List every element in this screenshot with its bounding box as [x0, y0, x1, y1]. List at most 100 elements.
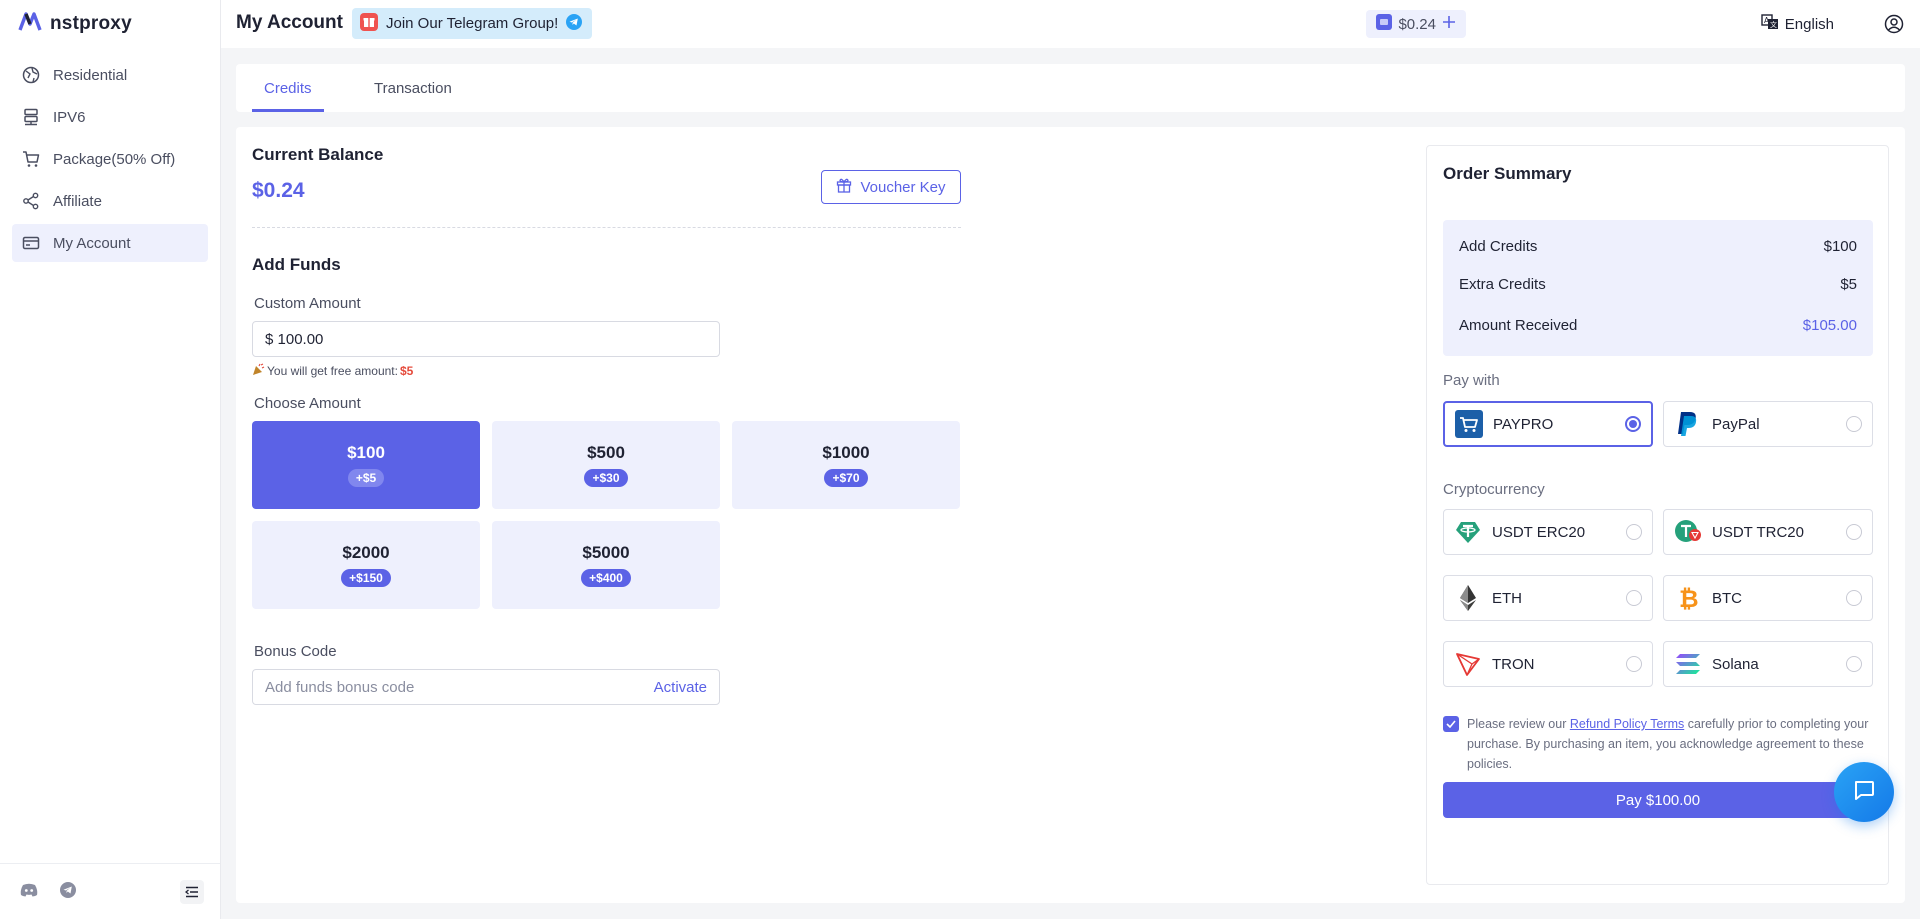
crypto-option-radio[interactable] — [1846, 656, 1862, 672]
telegram-icon — [566, 13, 583, 34]
amount-value: $2000 — [342, 543, 390, 562]
party-popper-icon — [252, 363, 265, 379]
summary-box: Add Credits $100 Extra Credits $5 Amount… — [1443, 220, 1873, 356]
globe-icon — [21, 65, 41, 85]
sidebar-item-affiliate[interactable]: Affiliate — [12, 182, 208, 220]
current-balance-value: $0.24 — [252, 179, 305, 202]
amount-bonus-badge: +$70 — [824, 469, 868, 487]
header-balance-value: $0.24 — [1398, 15, 1436, 33]
telegram-banner[interactable]: Join Our Telegram Group! — [352, 8, 593, 39]
amount-value: $5000 — [582, 543, 630, 562]
amount-option-5000[interactable]: $5000 +$400 — [492, 521, 720, 609]
amount-value: $1000 — [822, 443, 870, 462]
custom-amount-input[interactable] — [252, 321, 720, 357]
crypto-option-btc[interactable]: ₿ BTC — [1663, 575, 1873, 621]
cryptocurrency-label: Cryptocurrency — [1443, 481, 1545, 498]
crypto-option-radio[interactable] — [1846, 524, 1862, 540]
free-amount-hint: You will get free amount: $5 — [252, 363, 413, 379]
order-summary-title: Order Summary — [1443, 164, 1572, 183]
page-title: My Account — [236, 12, 343, 33]
tab-transaction[interactable]: Transaction — [374, 64, 452, 112]
sidebar-item-label: Residential — [53, 66, 128, 84]
tab-credits[interactable]: Credits — [252, 64, 323, 112]
pay-option-paypro[interactable]: PAYPRO — [1443, 401, 1653, 447]
summary-row: Extra Credits $5 — [1459, 276, 1857, 293]
crypto-option-label: ETH — [1492, 589, 1522, 607]
refund-policy-agreement: Please review our Refund Policy Terms ca… — [1443, 714, 1873, 774]
summary-row-value: $100 — [1823, 238, 1857, 255]
language-selector[interactable]: A文 English — [1761, 13, 1834, 35]
crypto-option-label: USDT TRC20 — [1712, 523, 1804, 541]
cart-icon — [21, 149, 41, 169]
add-funds-title: Add Funds — [252, 255, 341, 274]
crypto-option-usdt-erc20[interactable]: USDT ERC20 — [1443, 509, 1653, 555]
user-avatar-icon[interactable] — [1884, 14, 1904, 38]
amount-value: $500 — [587, 443, 625, 462]
crypto-option-radio[interactable] — [1626, 590, 1642, 606]
pay-option-radio[interactable] — [1846, 416, 1862, 432]
tabs-bar: Credits Transaction — [236, 64, 1905, 112]
activate-button[interactable]: Activate — [654, 679, 707, 696]
voucher-key-button[interactable]: Voucher Key — [821, 170, 961, 204]
crypto-option-radio[interactable] — [1626, 656, 1642, 672]
pay-option-radio[interactable] — [1625, 416, 1641, 432]
chat-bubble-icon — [1853, 779, 1875, 805]
sidebar-item-my-account[interactable]: My Account — [12, 224, 208, 262]
gift-icon — [360, 12, 378, 35]
nstproxy-logo-icon — [18, 12, 42, 36]
crypto-option-eth[interactable]: ETH — [1443, 575, 1653, 621]
telegram-banner-text: Join Our Telegram Group! — [386, 15, 559, 32]
agree-checkbox[interactable] — [1443, 716, 1459, 732]
amount-value: $100 — [347, 443, 385, 462]
amount-option-1000[interactable]: $1000 +$70 — [732, 421, 960, 509]
sidebar-item-package[interactable]: Package(50% Off) — [12, 140, 208, 178]
card-icon — [21, 233, 41, 253]
ethereum-icon — [1454, 584, 1482, 612]
paypro-cart-icon — [1455, 410, 1483, 438]
crypto-option-tron[interactable]: TRON — [1443, 641, 1653, 687]
crypto-option-radio[interactable] — [1846, 590, 1862, 606]
sidebar-item-ipv6[interactable]: IPV6 — [12, 98, 208, 136]
summary-row-value: $5 — [1840, 276, 1857, 293]
add-funds-plus-icon[interactable] — [1442, 15, 1456, 33]
refund-policy-link[interactable]: Refund Policy Terms — [1570, 717, 1684, 731]
amount-option-500[interactable]: $500 +$30 — [492, 421, 720, 509]
bonus-code-label: Bonus Code — [254, 643, 337, 660]
choose-amount-label: Choose Amount — [254, 395, 361, 412]
solana-icon — [1674, 650, 1702, 678]
header-balance[interactable]: $0.24 — [1366, 10, 1466, 38]
amount-bonus-badge: +$30 — [584, 469, 628, 487]
crypto-option-usdt-trc20[interactable]: USDT TRC20 — [1663, 509, 1873, 555]
order-summary: Order Summary Add Credits $100 Extra Cre… — [1426, 145, 1889, 885]
summary-row: Add Credits $100 — [1459, 238, 1857, 255]
tron-icon — [1454, 650, 1482, 678]
telegram-icon[interactable] — [60, 881, 76, 902]
chat-support-button[interactable] — [1834, 762, 1894, 822]
wallet-icon — [1376, 14, 1393, 34]
sidebar-item-label: IPV6 — [53, 108, 86, 126]
amount-option-2000[interactable]: $2000 +$150 — [252, 521, 480, 609]
pay-option-paypal[interactable]: PayPal — [1663, 401, 1873, 447]
gift-icon — [836, 177, 852, 197]
bonus-code-input[interactable] — [265, 678, 654, 696]
brand-logo[interactable]: nstproxy — [18, 12, 132, 36]
svg-text:₿: ₿ — [1679, 585, 1699, 611]
discord-icon[interactable] — [20, 883, 38, 901]
pay-button[interactable]: Pay $100.00 — [1443, 782, 1873, 818]
pay-option-label: PayPal — [1712, 415, 1760, 433]
top-header: My Account Join Our Telegram Group! $0.2… — [221, 0, 1920, 48]
crypto-option-solana[interactable]: Solana — [1663, 641, 1873, 687]
crypto-option-label: USDT ERC20 — [1492, 523, 1586, 541]
credits-panel: Current Balance $0.24 Voucher Key Add Fu… — [236, 127, 1905, 903]
sidebar-item-label: Package(50% Off) — [53, 150, 176, 168]
sidebar-item-label: My Account — [53, 234, 131, 252]
crypto-option-radio[interactable] — [1626, 524, 1642, 540]
sidebar-item-residential[interactable]: Residential — [12, 56, 208, 94]
amount-bonus-badge: +$150 — [341, 569, 391, 587]
collapse-menu-icon[interactable] — [180, 880, 204, 904]
divider — [252, 227, 961, 228]
amount-option-100[interactable]: $100 +$5 — [252, 421, 480, 509]
tether-tron-icon — [1674, 518, 1702, 546]
summary-row-label: Add Credits — [1459, 238, 1538, 255]
summary-row: Amount Received $105.00 — [1459, 317, 1857, 334]
